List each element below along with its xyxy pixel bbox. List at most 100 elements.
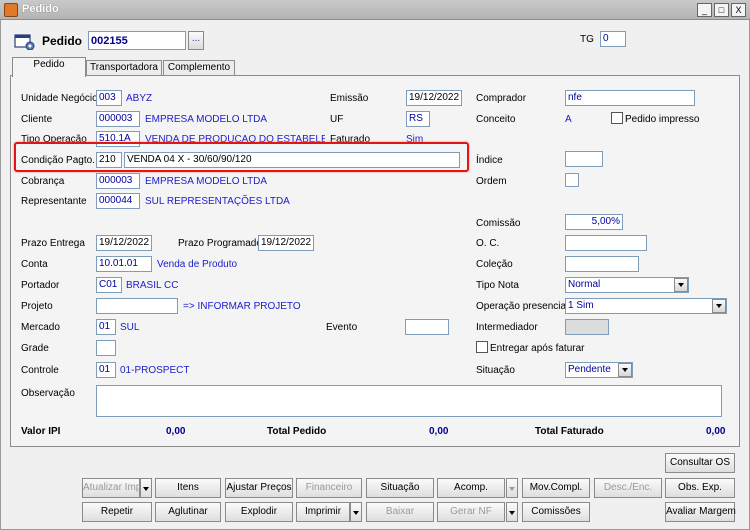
prazo-programado-label: Prazo Programado [178, 238, 262, 249]
comissao-field[interactable]: 5,00% [565, 214, 623, 230]
aglutinar-button[interactable]: Aglutinar [155, 502, 221, 522]
obs-exp-button[interactable]: Obs. Exp. [665, 478, 735, 498]
prazo-entrega-field[interactable]: 19/12/2022 [96, 235, 152, 251]
prazo-programado-field[interactable]: 19/12/2022 [258, 235, 314, 251]
itens-button[interactable]: Itens [155, 478, 221, 498]
pedido-impresso-label: Pedido impresso [625, 114, 700, 125]
minimize-button[interactable]: _ [697, 3, 712, 17]
conta-name: Venda de Produto [157, 259, 238, 270]
mercado-name: SUL [120, 322, 140, 333]
emissao-field[interactable]: 19/12/2022 [406, 90, 462, 106]
projeto-field[interactable] [96, 298, 178, 314]
oc-label: O. C. [476, 238, 500, 249]
avaliar-margem-button[interactable]: Avaliar Margem [665, 502, 736, 522]
oc-field[interactable] [565, 235, 647, 251]
comissao-label: Comissão [476, 218, 521, 229]
gerar-nf-button[interactable]: Gerar NF [437, 502, 505, 522]
uf-label: UF [330, 114, 344, 125]
controle-name: 01-PROSPECT [120, 365, 190, 376]
acomp-button[interactable]: Acomp. [437, 478, 505, 498]
mov-compl-button[interactable]: Mov.Compl. [522, 478, 590, 498]
mercado-label: Mercado [21, 322, 60, 333]
unidade-name: ABYZ [126, 93, 153, 104]
op-presencial-label: Operação presencial [476, 301, 569, 312]
conceito-label: Conceito [476, 114, 516, 125]
repetir-button[interactable]: Repetir [82, 502, 152, 522]
conta-code-field[interactable]: 10.01.01 [96, 256, 152, 272]
emissao-label: Emissão [330, 93, 369, 104]
mercado-code-field[interactable]: 01 [96, 319, 116, 335]
controle-code-field[interactable]: 01 [96, 362, 116, 378]
ordem-label: Ordem [476, 176, 507, 187]
cobranca-code-field[interactable]: 000003 [96, 173, 140, 189]
cliente-label: Cliente [21, 114, 53, 125]
atualizar-imp-dropdown-icon[interactable] [140, 478, 152, 498]
order-lookup-button[interactable]: ... [188, 31, 204, 50]
entregar-checkbox[interactable] [476, 341, 488, 353]
projeto-label: Projeto [21, 301, 53, 312]
grade-field[interactable] [96, 340, 116, 356]
title-bar[interactable]: Pedido _ □ X [0, 0, 750, 20]
ordem-field[interactable] [565, 173, 579, 187]
portador-label: Portador [21, 280, 60, 291]
window-title: Pedido [22, 3, 59, 15]
maximize-button[interactable]: □ [714, 3, 729, 17]
tab-transportadora[interactable]: Transportadora [86, 60, 162, 76]
grade-label: Grade [21, 343, 49, 354]
cobranca-label: Cobrança [21, 176, 65, 187]
order-number-input[interactable] [88, 31, 186, 50]
tg-label: TG [580, 34, 594, 45]
tab-pedido[interactable]: Pedido [12, 57, 86, 77]
explodir-button[interactable]: Explodir [225, 502, 293, 522]
op-presencial-select[interactable]: 1 Sim [565, 298, 727, 314]
observacao-textarea[interactable] [96, 385, 722, 417]
situacao-dropdown-icon[interactable] [618, 363, 632, 377]
desc-enc-button[interactable]: Desc./Enc. [594, 478, 662, 498]
imprimir-dropdown-icon[interactable] [350, 502, 362, 522]
tipo-nota-label: Tipo Nota [476, 280, 519, 291]
valor-ipi-label: Valor IPI [21, 426, 61, 437]
total-faturado-label: Total Faturado [535, 426, 604, 437]
observacao-label: Observação [21, 388, 75, 399]
prazo-entrega-label: Prazo Entrega [21, 238, 85, 249]
total-pedido-value: 0,00 [429, 426, 449, 437]
intermediador-field [565, 319, 609, 335]
comprador-field[interactable]: nfe [565, 90, 695, 106]
baixar-button[interactable]: Baixar [366, 502, 434, 522]
imprimir-button[interactable]: Imprimir [296, 502, 350, 522]
acomp-dropdown-icon[interactable] [506, 478, 518, 498]
representante-name: SUL REPRESENTAÇÕES LTDA [145, 196, 290, 207]
unidade-code-field[interactable]: 003 [96, 90, 122, 106]
consultar-os-button[interactable]: Consultar OS [665, 453, 735, 473]
cliente-code-field[interactable]: 000003 [96, 111, 140, 127]
evento-field[interactable] [405, 319, 449, 335]
indice-field[interactable] [565, 151, 603, 167]
atualizar-imp-button[interactable]: Atualizar Imp [82, 478, 141, 498]
op-presencial-dropdown-icon[interactable] [712, 299, 726, 313]
ajustar-precos-button[interactable]: Ajustar Preços [225, 478, 293, 498]
total-faturado-value: 0,00 [706, 426, 726, 437]
colecao-field[interactable] [565, 256, 639, 272]
uf-field[interactable]: RS [406, 111, 430, 127]
conta-label: Conta [21, 259, 48, 270]
financeiro-button[interactable]: Financeiro [296, 478, 362, 498]
portador-code-field[interactable]: C01 [96, 277, 122, 293]
cobranca-name: EMPRESA MODELO LTDA [145, 176, 268, 187]
situacao-label: Situação [476, 365, 515, 376]
pedido-impresso-checkbox[interactable] [611, 112, 623, 124]
portador-name: BRASIL CC [126, 280, 179, 291]
tipo-nota-dropdown-icon[interactable] [674, 278, 688, 292]
close-button[interactable]: X [731, 3, 746, 17]
entregar-label: Entregar após faturar [490, 343, 585, 354]
gerar-nf-dropdown-icon[interactable] [506, 502, 518, 522]
tab-complemento[interactable]: Complemento [163, 60, 235, 76]
tipo-nota-select[interactable]: Normal [565, 277, 689, 293]
comissoes-button[interactable]: Comissões [522, 502, 590, 522]
app-icon [4, 3, 18, 17]
projeto-hint: => INFORMAR PROJETO [183, 301, 301, 312]
order-document-icon [14, 34, 35, 50]
conceito-value: A [565, 114, 572, 125]
representante-code-field[interactable]: 000044 [96, 193, 140, 209]
tg-field[interactable]: 0 [600, 31, 626, 47]
situacao-button[interactable]: Situação [366, 478, 434, 498]
